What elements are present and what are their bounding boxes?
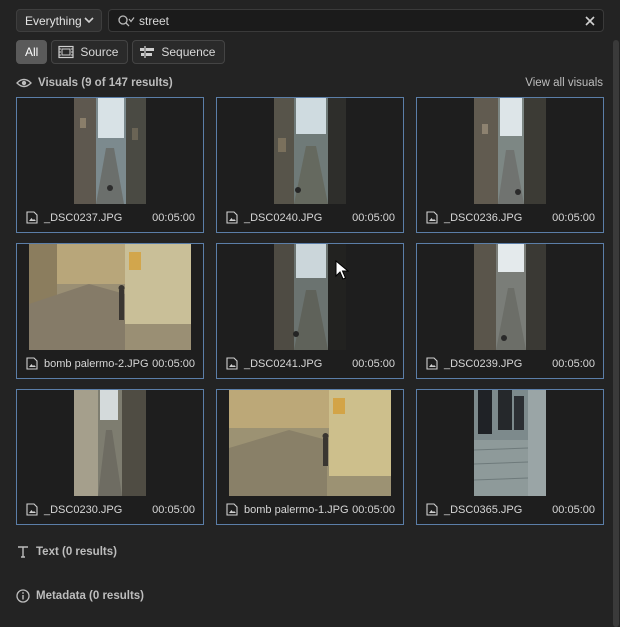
metadata-section-header[interactable]: Metadata (0 results)	[16, 589, 144, 603]
text-section-header[interactable]: Text (0 results)	[16, 545, 117, 558]
duration: 00:05:00	[152, 357, 195, 370]
chevron-down-icon	[84, 17, 94, 24]
image-file-icon	[26, 357, 38, 370]
file-name: _DSC0236.JPG	[444, 211, 523, 224]
filter-all-label: All	[25, 45, 39, 59]
thumbnail	[17, 98, 203, 204]
thumbnail	[17, 244, 203, 350]
sequence-icon	[140, 46, 155, 58]
street-photo-thumbnail	[474, 244, 546, 350]
thumbnail	[217, 390, 403, 496]
visual-card[interactable]: bomb palermo-1.JPG 00:05:00	[216, 389, 404, 525]
info-icon	[16, 589, 30, 603]
card-footer: bomb palermo-2.JPG 00:05:00	[26, 357, 195, 370]
visuals-title: Visuals (9 of 147 results)	[38, 77, 173, 89]
view-all-visuals-link[interactable]: View all visuals	[525, 77, 603, 89]
street-photo-thumbnail	[274, 98, 346, 204]
image-file-icon	[26, 503, 38, 516]
close-icon[interactable]	[583, 14, 597, 28]
scrollbar[interactable]	[613, 40, 619, 627]
visual-card[interactable]: _DSC0365.JPG 00:05:00	[416, 389, 604, 525]
filter-source-label: Source	[80, 45, 119, 59]
filter-source-button[interactable]: Source	[51, 40, 129, 64]
file-name: bomb palermo-1.JPG	[244, 503, 349, 516]
file-name: _DSC0365.JPG	[444, 503, 523, 516]
visuals-section-header[interactable]: Visuals (9 of 147 results)	[16, 77, 173, 89]
file-name: _DSC0239.JPG	[444, 357, 523, 370]
filter-all-button[interactable]: All	[16, 40, 48, 64]
thumbnail	[417, 390, 603, 496]
thumbnail	[17, 390, 203, 496]
file-name: _DSC0230.JPG	[44, 503, 123, 516]
street-photo-thumbnail	[74, 98, 146, 204]
search-icon	[118, 14, 135, 26]
search-input[interactable]: street	[139, 14, 169, 28]
image-file-icon	[426, 503, 438, 516]
file-name: _DSC0240.JPG	[244, 211, 323, 224]
scope-value: Everything	[25, 13, 82, 28]
visual-card[interactable]: _DSC0240.JPG 00:05:00	[216, 97, 404, 233]
street-photo-thumbnail	[229, 390, 391, 496]
file-name: _DSC0237.JPG	[44, 211, 123, 224]
image-file-icon	[426, 211, 438, 224]
visual-card[interactable]: _DSC0239.JPG 00:05:00	[416, 243, 604, 379]
visual-card[interactable]: _DSC0236.JPG 00:05:00	[416, 97, 604, 233]
visuals-grid: _DSC0237.JPG 00:05:00 _DSC0240.JPG 00:05…	[16, 97, 604, 525]
text-icon	[18, 546, 28, 558]
street-photo-thumbnail	[474, 390, 546, 496]
visual-card[interactable]: _DSC0237.JPG 00:05:00	[16, 97, 204, 233]
duration: 00:05:00	[552, 357, 595, 370]
image-file-icon	[226, 211, 238, 224]
mouse-cursor-icon	[335, 260, 349, 280]
text-section-title: Text (0 results)	[36, 545, 117, 558]
street-photo-thumbnail	[29, 244, 191, 350]
card-footer: _DSC0365.JPG 00:05:00	[426, 503, 595, 516]
filter-bar: All Source Sequence	[16, 40, 226, 64]
card-footer: _DSC0230.JPG 00:05:00	[26, 503, 195, 516]
duration: 00:05:00	[152, 503, 195, 516]
image-file-icon	[226, 503, 238, 516]
thumbnail	[217, 244, 403, 350]
thumbnail	[417, 98, 603, 204]
street-photo-thumbnail	[74, 390, 146, 496]
card-footer: _DSC0240.JPG 00:05:00	[226, 211, 395, 224]
card-footer: _DSC0237.JPG 00:05:00	[26, 211, 195, 224]
card-footer: bomb palermo-1.JPG 00:05:00	[226, 503, 395, 516]
card-footer: _DSC0241.JPG 00:05:00	[226, 357, 395, 370]
file-name: bomb palermo-2.JPG	[44, 357, 149, 370]
visual-card[interactable]: _DSC0230.JPG 00:05:00	[16, 389, 204, 525]
duration: 00:05:00	[552, 211, 595, 224]
metadata-section-title: Metadata (0 results)	[36, 590, 145, 602]
street-photo-thumbnail	[474, 98, 546, 204]
image-file-icon	[226, 357, 238, 370]
source-icon	[58, 45, 74, 59]
duration: 00:05:00	[552, 503, 595, 516]
card-footer: _DSC0236.JPG 00:05:00	[426, 211, 595, 224]
image-file-icon	[26, 211, 38, 224]
duration: 00:05:00	[352, 357, 395, 370]
scope-dropdown[interactable]: Everything	[16, 9, 102, 32]
visual-card[interactable]: bomb palermo-2.JPG 00:05:00	[16, 243, 204, 379]
duration: 00:05:00	[152, 211, 195, 224]
search-field[interactable]: street	[108, 9, 604, 32]
thumbnail	[417, 244, 603, 350]
filter-sequence-button[interactable]: Sequence	[132, 40, 226, 64]
thumbnail	[217, 98, 403, 204]
filter-sequence-label: Sequence	[161, 45, 216, 59]
duration: 00:05:00	[352, 211, 395, 224]
image-file-icon	[426, 357, 438, 370]
visual-card[interactable]: _DSC0241.JPG 00:05:00	[216, 243, 404, 379]
eye-icon	[16, 78, 32, 88]
duration: 00:05:00	[352, 503, 395, 516]
file-name: _DSC0241.JPG	[244, 357, 323, 370]
card-footer: _DSC0239.JPG 00:05:00	[426, 357, 595, 370]
